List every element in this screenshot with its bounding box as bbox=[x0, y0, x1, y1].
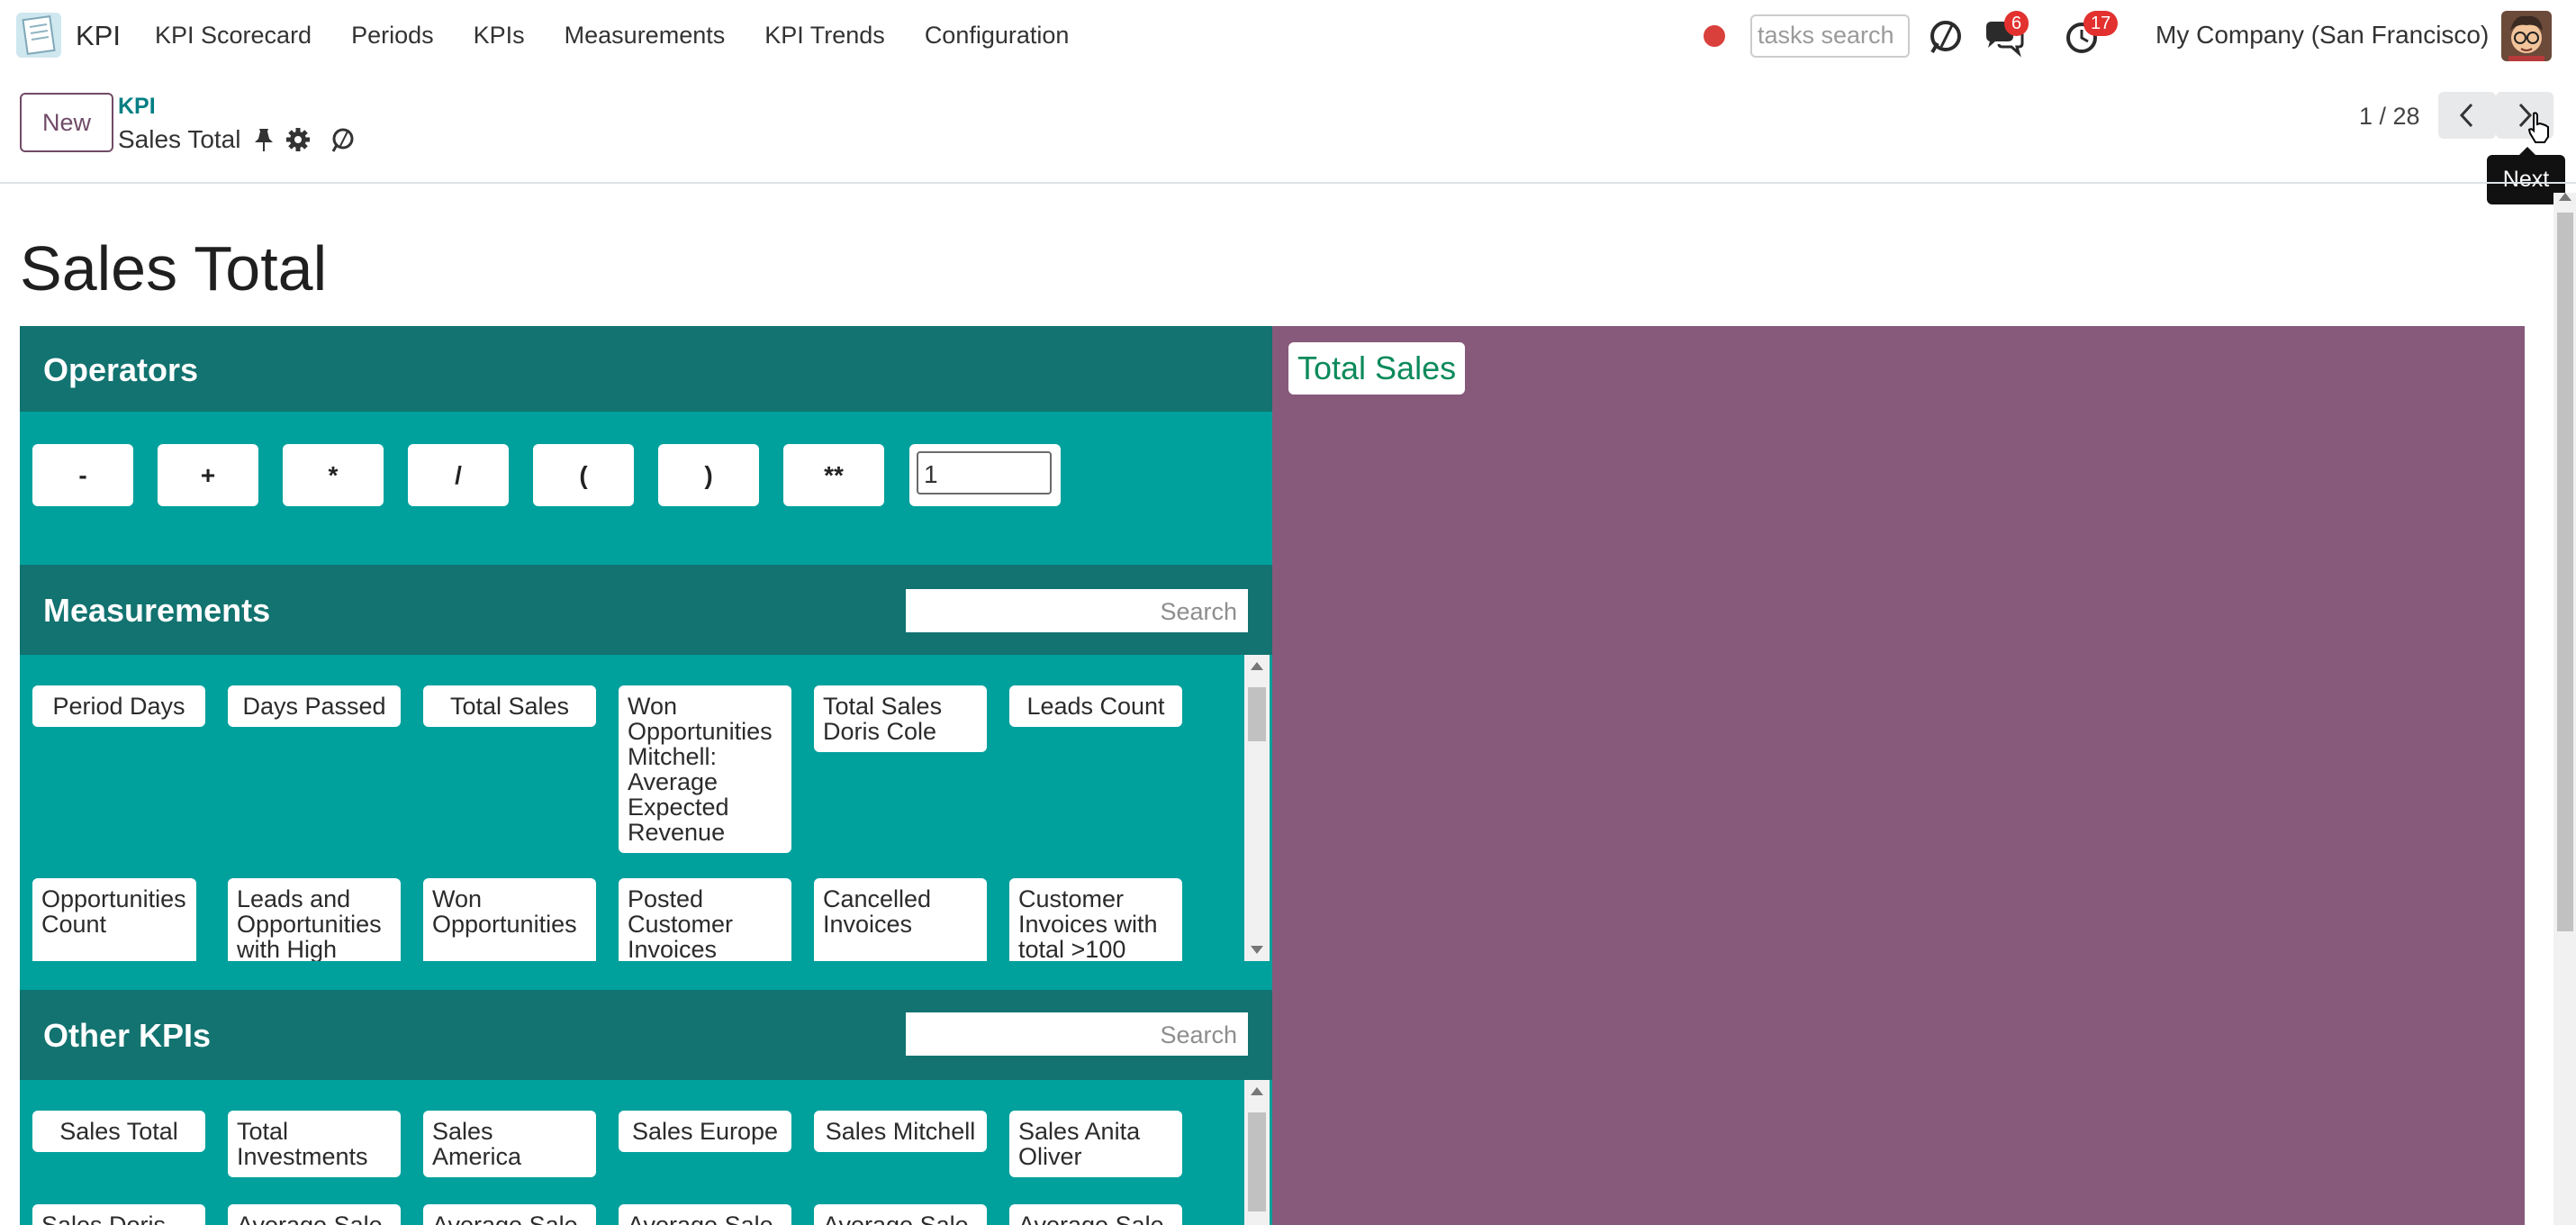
kpi-chip[interactable]: Sales America bbox=[423, 1111, 596, 1177]
operator-multiply-button[interactable]: * bbox=[283, 444, 384, 506]
other-kpis-header: Other KPIs Search bbox=[20, 990, 1272, 1080]
record-status-dot[interactable] bbox=[1704, 25, 1725, 47]
measurements-title: Measurements bbox=[43, 592, 271, 629]
measurement-chip[interactable]: Won Opportunities Mitchell: Average Expe… bbox=[619, 685, 791, 853]
kpi-chip[interactable]: Sales Europe bbox=[619, 1111, 791, 1152]
scroll-up-icon[interactable] bbox=[1251, 1087, 1263, 1095]
kpi-chip[interactable]: Average Sale bbox=[423, 1204, 596, 1225]
number-operand-input[interactable]: 1 bbox=[909, 444, 1061, 506]
kpi-chip[interactable]: Sales Doris bbox=[32, 1204, 205, 1225]
measurements-scrollbar[interactable] bbox=[1244, 655, 1270, 961]
tasks-search-input[interactable]: tasks search bbox=[1750, 14, 1910, 58]
other-kpis-scrollbar-thumb[interactable] bbox=[1248, 1112, 1266, 1211]
kpi-chip[interactable]: Sales Mitchell bbox=[814, 1111, 987, 1152]
discuss-icon[interactable] bbox=[1925, 16, 1966, 58]
operator-minus-button[interactable]: - bbox=[32, 444, 133, 506]
other-kpis-list: Sales Total Total Investments Sales Amer… bbox=[20, 1080, 1244, 1225]
main-menu: KPI Scorecard Periods KPIs Measurements … bbox=[155, 22, 1108, 50]
kpi-chip[interactable]: Total Investments bbox=[228, 1111, 401, 1177]
menu-periods[interactable]: Periods bbox=[351, 22, 434, 50]
app-name[interactable]: KPI bbox=[76, 20, 121, 52]
other-kpis-search-input[interactable]: Search bbox=[906, 1012, 1248, 1056]
kpi-chip[interactable]: Sales Anita Oliver bbox=[1009, 1111, 1182, 1177]
activities-badge: 17 bbox=[2083, 11, 2119, 36]
scroll-up-icon[interactable] bbox=[1251, 662, 1263, 670]
gear-icon[interactable] bbox=[285, 126, 312, 153]
operator-divide-button[interactable]: / bbox=[408, 444, 509, 506]
top-navbar: KPI KPI Scorecard Periods KPIs Measureme… bbox=[0, 0, 2576, 74]
operator-plus-button[interactable]: + bbox=[158, 444, 258, 506]
kpi-app-icon[interactable] bbox=[14, 11, 63, 59]
operator-power-button[interactable]: ** bbox=[783, 444, 884, 506]
menu-measurements[interactable]: Measurements bbox=[565, 22, 726, 50]
measurements-list: Period Days Days Passed Total Sales Won … bbox=[20, 655, 1244, 961]
chevron-left-icon bbox=[2459, 103, 2473, 128]
operator-close-paren-button[interactable]: ) bbox=[658, 444, 759, 506]
pager-counter[interactable]: 1 / 28 bbox=[2359, 103, 2420, 131]
measurement-chip[interactable]: Period Days bbox=[32, 685, 205, 727]
measurement-chip[interactable]: Days Passed bbox=[228, 685, 401, 727]
menu-kpis[interactable]: KPIs bbox=[474, 22, 525, 50]
formula-drop-area[interactable]: Total Sales bbox=[1272, 326, 2525, 1225]
pin-icon[interactable] bbox=[250, 126, 277, 153]
kpi-chip[interactable]: Average Sale bbox=[814, 1204, 987, 1225]
menu-kpi-trends[interactable]: KPI Trends bbox=[764, 22, 885, 50]
measurement-chip[interactable]: Opportunities Count bbox=[32, 878, 196, 961]
new-button[interactable]: New bbox=[20, 93, 113, 152]
scroll-down-icon[interactable] bbox=[1251, 946, 1263, 954]
measurement-chip[interactable]: Posted Customer Invoices bbox=[619, 878, 791, 961]
operators-title: Operators bbox=[43, 351, 199, 388]
other-kpis-title: Other KPIs bbox=[43, 1017, 212, 1054]
record-title: Sales Total bbox=[20, 233, 328, 304]
mouse-cursor-icon bbox=[2526, 112, 2552, 144]
measurements-header: Measurements Search bbox=[20, 565, 1272, 655]
measurement-chip[interactable]: Customer Invoices with total >100 bbox=[1009, 878, 1182, 961]
measurement-chip[interactable]: Total Sales bbox=[423, 685, 596, 727]
messages-badge: 6 bbox=[2004, 11, 2029, 36]
company-switcher[interactable]: My Company (San Francisco) bbox=[2156, 21, 2489, 50]
other-kpis-scrollbar[interactable] bbox=[1244, 1080, 1270, 1225]
kpi-chip[interactable]: Average Sale bbox=[619, 1204, 791, 1225]
scroll-up-icon[interactable] bbox=[2559, 193, 2571, 201]
user-avatar[interactable] bbox=[2501, 11, 2552, 61]
number-operand-value[interactable]: 1 bbox=[917, 451, 1052, 495]
kpi-chip[interactable]: Average Sale bbox=[1009, 1204, 1182, 1225]
pager-previous-button[interactable] bbox=[2438, 92, 2496, 139]
menu-configuration[interactable]: Configuration bbox=[925, 22, 1070, 50]
menu-kpi-scorecard[interactable]: KPI Scorecard bbox=[155, 22, 312, 50]
page-scrollbar-thumb[interactable] bbox=[2557, 213, 2573, 931]
measurement-chip[interactable]: Total Sales Doris Cole bbox=[814, 685, 987, 752]
breadcrumb-kpi-link[interactable]: KPI bbox=[118, 94, 156, 120]
kpi-chip[interactable]: Sales Total bbox=[32, 1111, 205, 1152]
measurement-chip[interactable]: Cancelled Invoices bbox=[814, 878, 987, 961]
breadcrumb-current: Sales Total bbox=[118, 125, 241, 153]
measurements-search-input[interactable]: Search bbox=[906, 589, 1248, 632]
operators-header: Operators bbox=[20, 326, 1272, 412]
kpi-chip[interactable]: Average Sale bbox=[228, 1204, 401, 1225]
measurement-chip[interactable]: Leads Count bbox=[1009, 685, 1182, 727]
control-panel-divider bbox=[0, 182, 2576, 184]
measurement-chip[interactable]: Won Opportunities bbox=[423, 878, 596, 961]
formula-chip[interactable]: Total Sales bbox=[1288, 342, 1466, 395]
measurements-scrollbar-thumb[interactable] bbox=[1248, 687, 1266, 741]
discuss-toggle-icon[interactable] bbox=[330, 126, 357, 153]
operator-open-paren-button[interactable]: ( bbox=[533, 444, 634, 506]
page-scrollbar[interactable] bbox=[2553, 193, 2576, 1225]
measurement-chip[interactable]: Leads and Opportunities with High bbox=[228, 878, 401, 961]
